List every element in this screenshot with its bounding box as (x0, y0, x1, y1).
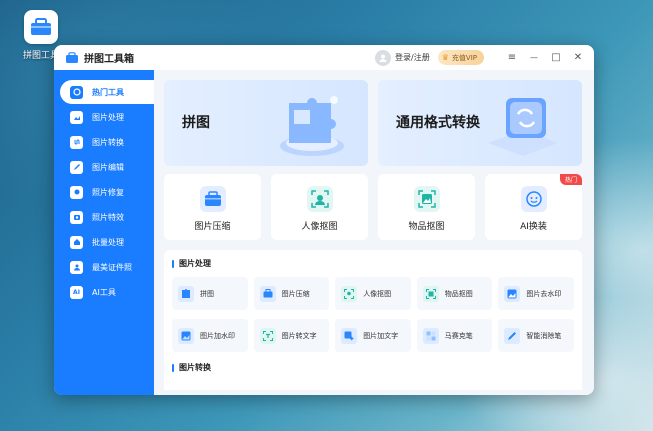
add-text-icon (341, 327, 358, 344)
window-body: 热门工具 图片处理 图片转换 图片编辑 照片修复 照片特效 批量处理 最美证件照… (54, 70, 594, 395)
sidebar-item-hot-tools[interactable]: 热门工具 (60, 80, 154, 104)
banner-row: 拼图 通用格式转换 (164, 80, 582, 166)
eraser-pen-icon (504, 327, 521, 344)
grid-item-label: 图片压缩 (281, 289, 310, 298)
tool-label: 物品抠图 (408, 222, 445, 232)
sidebar-item-batch[interactable]: 批量处理 (60, 230, 154, 254)
sidebar-item-image-convert[interactable]: 图片转换 (60, 130, 154, 154)
grid-item-smart-eraser[interactable]: 智能消除笔 (498, 319, 574, 352)
image-convert-icon (70, 135, 83, 149)
menu-button[interactable]: ≡ (504, 50, 520, 66)
compress-icon (199, 186, 226, 212)
grid-item-label: 智能消除笔 (526, 331, 562, 340)
toolbox-icon (24, 10, 58, 44)
photo-repair-icon (70, 185, 83, 199)
banner-title: 拼图 (182, 115, 210, 131)
sidebar-item-label: 批量处理 (92, 237, 124, 247)
grid-item-label: 图片加水印 (200, 331, 235, 340)
app-logo-icon (66, 51, 78, 63)
ai-outfit-icon (520, 186, 547, 212)
grid-item-add-text[interactable]: 图片加文字 (335, 319, 411, 352)
sidebar-item-image-edit[interactable]: 图片编辑 (60, 155, 154, 179)
sidebar-item-id-photo[interactable]: 最美证件照 (60, 255, 154, 279)
app-title: 拼图工具箱 (84, 54, 134, 65)
tool-panel: 图片处理 拼图 图片压缩 人像抠图 物品抠图 图片去水印 图片加水印 图片转文字… (164, 250, 582, 390)
image-to-text-icon (259, 327, 276, 344)
hot-tool-row: 图片压缩 人像抠图 物品抠图 热门 AI换装 (164, 174, 582, 240)
sidebar: 热门工具 图片处理 图片转换 图片编辑 照片修复 照片特效 批量处理 最美证件照… (54, 70, 154, 395)
sidebar-item-image-process[interactable]: 图片处理 (60, 105, 154, 129)
portrait-cutout-icon (306, 186, 333, 212)
grid-item-compress[interactable]: 图片压缩 (253, 277, 330, 310)
hot-badge: 热门 (559, 174, 582, 185)
vip-label: 充值VIP (451, 53, 477, 62)
maximize-button[interactable]: □ (548, 50, 564, 66)
image-edit-icon (70, 160, 83, 174)
tool-label: 人像抠图 (301, 222, 338, 232)
tool-label: 图片压缩 (194, 222, 231, 232)
image-process-icon (70, 110, 83, 124)
batch-icon (70, 235, 83, 249)
tool-image-compress[interactable]: 图片压缩 (164, 174, 261, 240)
sidebar-item-photo-effect[interactable]: 照片特效 (60, 205, 154, 229)
sidebar-item-label: 图片转换 (92, 137, 124, 147)
grid-item-label: 图片加文字 (363, 331, 399, 340)
photo-effect-icon (70, 210, 83, 224)
sidebar-item-photo-repair[interactable]: 照片修复 (60, 180, 154, 204)
object-cutout-icon (422, 285, 439, 302)
grid-item-puzzle[interactable]: 拼图 (172, 277, 248, 310)
crown-icon: ♛ (441, 53, 449, 62)
app-window: 拼图工具箱 登录/注册 ♛ 充值VIP ≡ — □ ✕ 热门工具 图片处理 图片… (54, 45, 594, 395)
sidebar-item-label: 图片编辑 (92, 162, 124, 172)
hot-tools-icon (70, 85, 83, 99)
minimize-button[interactable]: — (526, 50, 542, 66)
banner-puzzle[interactable]: 拼图 (164, 80, 368, 166)
compress-icon (259, 285, 276, 302)
sidebar-item-label: 热门工具 (92, 87, 124, 97)
sidebar-item-label: 照片修复 (92, 187, 124, 197)
title-bar: 拼图工具箱 登录/注册 ♛ 充值VIP ≡ — □ ✕ (54, 45, 594, 70)
sidebar-item-label: AI工具 (92, 287, 116, 297)
grid-item-add-watermark[interactable]: 图片加水印 (172, 319, 248, 352)
tool-ai-outfit[interactable]: 热门 AI换装 (485, 174, 582, 240)
add-watermark-icon (178, 327, 194, 344)
user-avatar-icon[interactable] (375, 49, 392, 66)
grid-item-remove-watermark[interactable]: 图片去水印 (498, 277, 574, 310)
grid-item-mosaic-pen[interactable]: 马赛克笔 (416, 319, 493, 352)
convert-illustration-icon (488, 98, 558, 156)
grid-item-label: 物品抠图 (444, 289, 473, 298)
login-link[interactable]: 登录/注册 (395, 52, 430, 63)
grid-item-label: 拼图 (200, 289, 214, 298)
vip-button[interactable]: ♛ 充值VIP (437, 50, 484, 65)
sidebar-item-label: 最美证件照 (92, 262, 132, 272)
sidebar-item-label: 照片特效 (92, 212, 124, 222)
puzzle-illustration-icon (280, 96, 344, 156)
banner-format-convert[interactable]: 通用格式转换 (378, 80, 582, 166)
main-content: 拼图 通用格式转换 图片压缩 人像抠图 物品抠图 热门 AI换装 图片处理 拼图… (154, 70, 594, 395)
grid-item-label: 人像抠图 (363, 289, 392, 298)
grid-item-object-cutout[interactable]: 物品抠图 (416, 277, 493, 310)
section-title: 图片转换 (172, 362, 574, 373)
grid-item-image-to-text[interactable]: 图片转文字 (253, 319, 330, 352)
tool-portrait-cutout[interactable]: 人像抠图 (271, 174, 368, 240)
mosaic-icon (422, 327, 439, 344)
grid-item-label: 图片去水印 (526, 289, 562, 298)
section-title: 图片处理 (172, 258, 574, 269)
object-cutout-icon (413, 186, 440, 212)
portrait-cutout-icon (341, 285, 358, 302)
grid-item-portrait-cutout[interactable]: 人像抠图 (335, 277, 411, 310)
image-process-grid: 拼图 图片压缩 人像抠图 物品抠图 图片去水印 图片加水印 图片转文字 图片加文… (172, 277, 574, 352)
ai-icon: AI (70, 285, 83, 299)
remove-watermark-icon (504, 285, 521, 302)
grid-item-label: 马赛克笔 (444, 331, 473, 340)
tool-label: AI换装 (520, 222, 547, 232)
id-photo-icon (70, 260, 83, 274)
tool-object-cutout[interactable]: 物品抠图 (378, 174, 475, 240)
grid-item-label: 图片转文字 (281, 331, 317, 340)
puzzle-icon (178, 285, 194, 302)
sidebar-item-ai[interactable]: AI AI工具 (60, 280, 154, 304)
banner-title: 通用格式转换 (396, 115, 480, 131)
sidebar-item-label: 图片处理 (92, 112, 124, 122)
close-button[interactable]: ✕ (570, 50, 586, 66)
